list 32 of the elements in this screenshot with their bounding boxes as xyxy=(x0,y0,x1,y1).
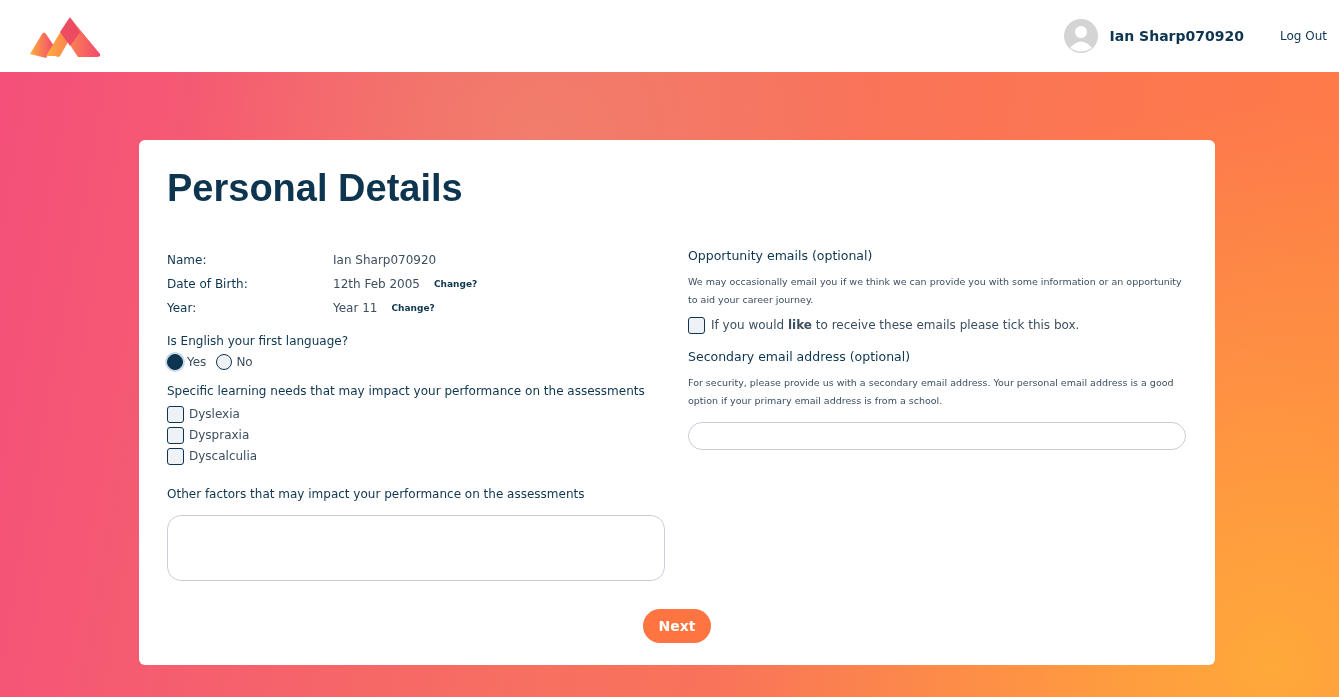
user-name: Ian Sharp070920 xyxy=(1109,28,1244,44)
checkbox-label: Dyslexia xyxy=(189,407,240,422)
page-title: Personal Details xyxy=(167,168,464,210)
checkbox-label: If you would like to receive these emails please tick this box. xyxy=(711,318,1080,333)
radio-button[interactable] xyxy=(167,353,183,370)
section-heading: Opportunity emails (optional) xyxy=(688,247,874,263)
detail-value: Year 11 xyxy=(333,300,378,315)
detail-label: Name: xyxy=(167,252,208,267)
question-label: Specific learning needs that may impact your performance on the assessments xyxy=(167,383,646,398)
radio-label: Yes xyxy=(187,354,207,369)
change-link[interactable]: Change? xyxy=(434,278,478,289)
checkbox[interactable] xyxy=(167,426,184,444)
description-text: We may occasionally email you if we think we can provide you with some information or an opportunity to aid your career journey. xyxy=(688,274,1183,307)
checkbox[interactable] xyxy=(167,405,184,423)
radio-label: No xyxy=(236,354,253,369)
section-heading: Secondary email address (optional) xyxy=(688,348,912,364)
checkbox-label: Dyscalculia xyxy=(189,449,258,464)
detail-label: Year: xyxy=(167,300,198,315)
question-label: Is English your first language? xyxy=(167,333,350,348)
avatar-icon xyxy=(1063,19,1098,53)
checkbox[interactable] xyxy=(167,447,184,465)
detail-value: Ian Sharp070920 xyxy=(333,252,437,267)
detail-value: 12th Feb 2005 xyxy=(333,276,420,291)
detail-label: Date of Birth: xyxy=(167,276,249,291)
checkbox-label: Dyspraxia xyxy=(189,428,250,443)
email-field[interactable] xyxy=(688,421,1186,450)
description-text: For security, please provide us with a secondary email address. Your personal email address is a good option if your primary email address is from a school. xyxy=(688,375,1175,408)
change-link[interactable]: Change? xyxy=(391,302,435,313)
question-label: Other factors that may impact your performance on the assessments xyxy=(167,486,586,501)
logout-link[interactable]: Log Out xyxy=(1280,29,1327,43)
radio-button[interactable] xyxy=(216,353,233,370)
checkbox[interactable] xyxy=(688,316,705,334)
